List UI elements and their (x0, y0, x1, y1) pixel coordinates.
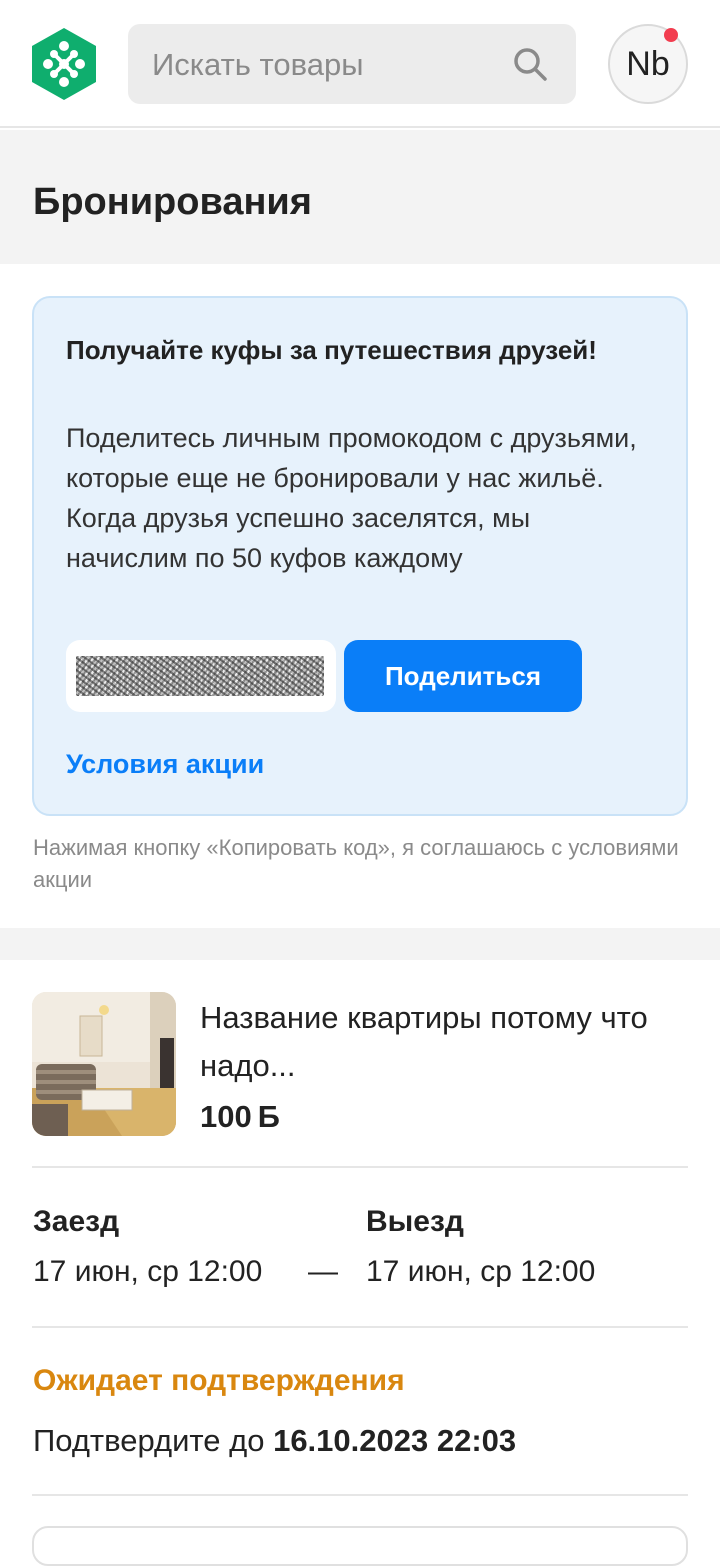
search-icon[interactable] (512, 46, 548, 82)
divider (32, 1326, 688, 1328)
promo-code-field[interactable] (66, 640, 336, 712)
checkout-label: Выезд (366, 1205, 464, 1238)
promo-title: Получайте куфы за путешествия друзей! (66, 335, 597, 365)
page-title: Бронирования (33, 181, 312, 223)
section-divider (0, 928, 720, 960)
apartment-photo[interactable] (32, 992, 176, 1136)
promo-code-redacted (76, 656, 324, 696)
search-input[interactable]: Искать товары (128, 24, 576, 104)
top-header: Искать товары Nb (0, 0, 720, 128)
referral-promo-card: Получайте куфы за путешествия друзей! По… (32, 296, 688, 816)
checkin-label: Заезд (33, 1205, 120, 1238)
confirm-prefix: Подтвердите до (33, 1423, 274, 1458)
price-currency: Ƃ (257, 1099, 281, 1134)
divider (32, 1494, 688, 1496)
share-button[interactable]: Поделиться (344, 640, 582, 712)
checkin-value: 17 июн, ср 12:00 (33, 1255, 263, 1288)
confirm-deadline: 16.10.2023 22:03 (273, 1423, 517, 1458)
promo-description: Поделитесь личным промокодом с друзьями,… (66, 423, 637, 573)
booking-status: Ожидает подтверждения (33, 1364, 405, 1397)
promo-terms-link[interactable]: Условия акции (66, 744, 264, 784)
price-value: 100 (200, 1099, 252, 1134)
search-placeholder: Искать товары (152, 47, 364, 82)
promo-disclaimer: Нажимая кнопку «Копировать код», я согла… (33, 835, 679, 892)
booking-price: 100 Ƃ (200, 1096, 280, 1138)
next-card-partial (32, 1526, 688, 1566)
checkout-value: 17 июн, ср 12:00 (366, 1255, 596, 1288)
logo-icon[interactable] (30, 26, 98, 102)
divider (32, 1166, 688, 1168)
confirm-deadline-text: Подтвердите до 16.10.2023 22:03 (33, 1420, 516, 1462)
page-title-section: Бронирования (0, 130, 720, 264)
apartment-name[interactable]: Название квартиры потому что надо... (200, 994, 670, 1090)
date-separator: — (308, 1255, 338, 1288)
notification-dot (664, 28, 678, 42)
